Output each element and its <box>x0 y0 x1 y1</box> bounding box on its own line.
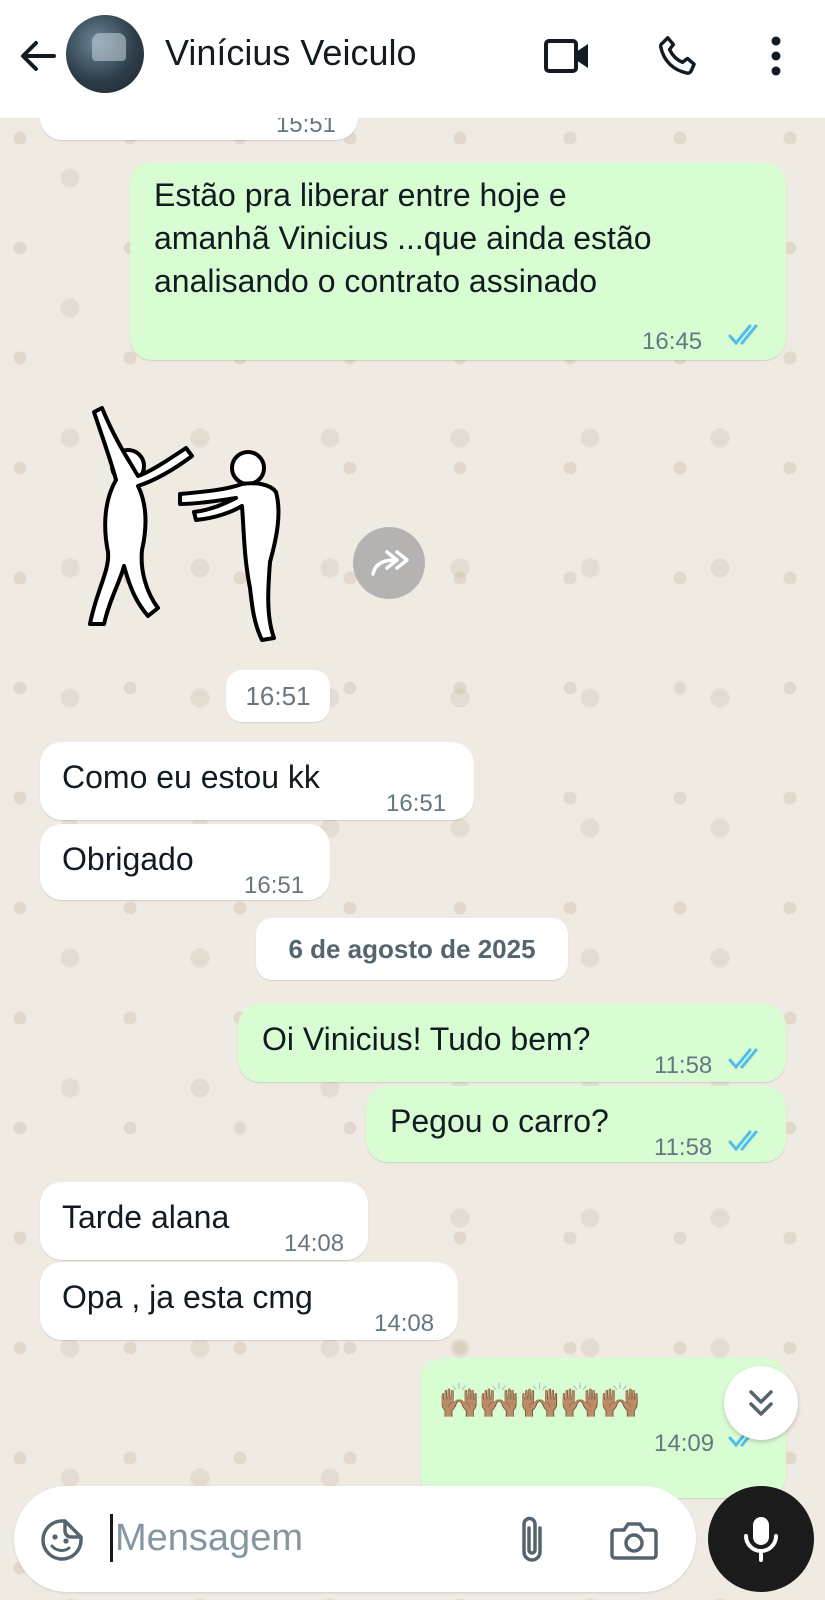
scroll-to-bottom-button[interactable] <box>724 1366 798 1440</box>
date-separator: 6 de agosto de 2025 <box>256 918 568 980</box>
forward-icon <box>371 550 409 576</box>
sticker-button[interactable] <box>36 1514 88 1566</box>
message-input[interactable]: Mensagem <box>110 1514 303 1562</box>
sticker-icon <box>41 1519 83 1561</box>
message-text: Tarde alana <box>62 1199 230 1235</box>
message-time: 11:58 <box>654 1052 713 1079</box>
more-vertical-icon <box>771 36 781 76</box>
message-time: 14:08 <box>284 1230 345 1257</box>
sticker-time: 16:51 <box>226 670 330 722</box>
message-time: 15:51 <box>275 118 336 138</box>
message-text: Como eu estou kk <box>62 759 320 795</box>
microphone-icon <box>744 1517 778 1562</box>
message-time: 16:45 <box>642 328 703 355</box>
message-bubble-incoming[interactable]: Opa , ja esta cmg 14:08 <box>40 1262 458 1340</box>
forward-button[interactable] <box>353 527 425 599</box>
message-text: Opa , ja esta cmg <box>62 1279 313 1315</box>
contact-avatar[interactable] <box>66 15 144 93</box>
message-text: Obrigado <box>62 841 194 877</box>
message-bubble-incoming[interactable]: Tarde alana 14:08 <box>40 1182 368 1260</box>
attach-button[interactable] <box>506 1512 558 1568</box>
voice-call-button[interactable] <box>652 30 704 82</box>
back-button[interactable] <box>16 34 60 78</box>
message-bubble-incoming[interactable]: 15:51 <box>40 118 358 140</box>
read-ticks-icon <box>728 1048 758 1070</box>
message-text: Oi Vinicius! Tudo bem? <box>262 1021 591 1057</box>
arrow-left-icon <box>21 41 56 71</box>
camera-icon <box>610 1522 658 1560</box>
message-bubble-incoming[interactable]: Como eu estou kk 16:51 <box>40 742 474 820</box>
message-bubble-incoming[interactable]: Obrigado 16:51 <box>40 824 330 900</box>
contact-name[interactable]: Vinícius Veiculo <box>165 32 417 74</box>
message-time: 14:09 <box>654 1430 715 1457</box>
message-time: 16:51 <box>244 872 305 899</box>
message-bubble-outgoing[interactable]: Pegou o carro? 11:58 <box>366 1086 786 1162</box>
message-text: Estão pra liberar entre hoje e amanhã Vi… <box>154 177 652 299</box>
message-composer: Mensagem <box>14 1486 696 1592</box>
message-bubble-outgoing[interactable]: Oi Vinicius! Tudo bem? 11:58 <box>238 1004 786 1082</box>
video-call-button[interactable] <box>542 30 594 82</box>
camera-button[interactable] <box>606 1512 662 1568</box>
video-camera-icon <box>544 39 588 73</box>
message-time: 11:58 <box>654 1134 713 1161</box>
message-time: 16:51 <box>386 790 447 817</box>
message-bubble-outgoing[interactable]: Estão pra liberar entre hoje e amanhã Vi… <box>130 162 786 360</box>
read-ticks-icon <box>728 1130 758 1152</box>
message-time: 14:08 <box>374 1310 435 1337</box>
chevrons-down-icon <box>749 1390 773 1416</box>
dancing-figures-sticker <box>88 406 281 642</box>
read-ticks-icon <box>728 324 758 346</box>
message-text: Pegou o carro? <box>390 1103 609 1139</box>
more-options-button[interactable] <box>750 30 802 82</box>
voice-message-button[interactable] <box>708 1486 814 1592</box>
sticker-message[interactable] <box>76 402 306 648</box>
phone-icon <box>658 36 696 75</box>
message-list[interactable]: 15:51 Estão pra liberar entre hoje e ama… <box>0 118 825 1600</box>
chat-header: Vinícius Veiculo <box>0 0 825 118</box>
message-text: 🙌🏽🙌🏽🙌🏽🙌🏽🙌🏽 <box>438 1382 642 1420</box>
paperclip-icon <box>522 1516 542 1562</box>
